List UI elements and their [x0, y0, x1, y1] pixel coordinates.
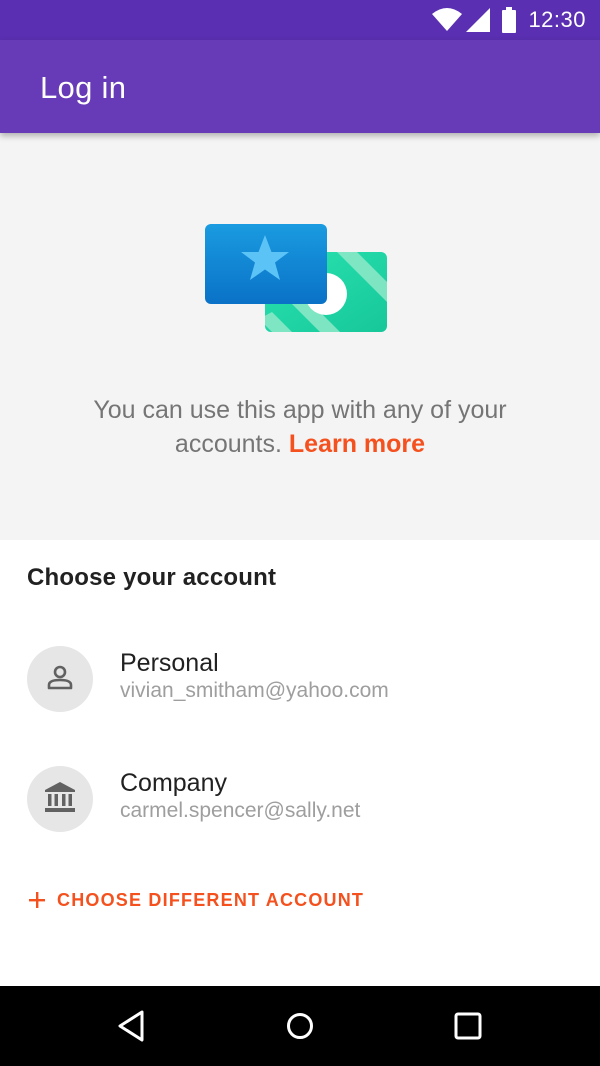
plus-icon: [27, 890, 47, 910]
status-bar: 12:30: [0, 0, 600, 40]
choose-different-label: CHOOSE DIFFERENT ACCOUNT: [57, 889, 365, 910]
hero-section: You can use this app with any of your ac…: [0, 133, 600, 540]
avatar: [27, 646, 93, 712]
cards-money-illustration: [204, 224, 390, 336]
account-name: Company: [120, 769, 227, 797]
account-item-personal[interactable]: Personal vivian_smitham@yahoo.com: [0, 595, 600, 712]
back-icon[interactable]: [114, 1008, 150, 1044]
account-email: vivian_smitham@yahoo.com: [120, 679, 389, 702]
app-bar: Log in: [0, 40, 600, 133]
cellular-signal-icon: [466, 8, 491, 32]
accounts-section: Choose your account Personal vivian_smit…: [0, 540, 600, 986]
status-icons: 12:30: [432, 6, 586, 34]
recent-apps-icon[interactable]: [450, 1008, 486, 1044]
account-item-company[interactable]: Company carmel.spencer@sally.net: [0, 715, 600, 832]
person-icon: [44, 661, 76, 698]
section-title: Choose your account: [27, 564, 277, 591]
bank-icon: [43, 780, 77, 819]
navigation-bar: [0, 986, 600, 1066]
learn-more-link[interactable]: Learn more: [289, 430, 425, 458]
avatar: [27, 766, 93, 832]
battery-icon: [502, 7, 517, 33]
page-title: Log in: [40, 70, 127, 105]
choose-different-account-button[interactable]: CHOOSE DIFFERENT ACCOUNT: [27, 886, 364, 914]
account-email: carmel.spencer@sally.net: [120, 799, 361, 822]
status-time: 12:30: [528, 7, 586, 32]
wifi-icon: [432, 8, 463, 32]
home-icon[interactable]: [282, 1008, 318, 1044]
account-name: Personal: [120, 649, 219, 677]
hero-message: You can use this app with any of your ac…: [50, 393, 550, 461]
